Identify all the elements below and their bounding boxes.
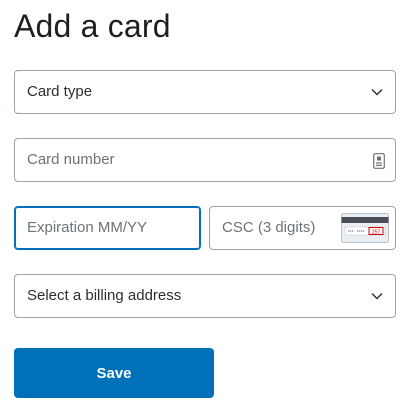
csc-icon-digits: 257 xyxy=(372,229,381,235)
save-button[interactable]: Save xyxy=(14,348,214,398)
card-type-value: Card type xyxy=(27,83,93,100)
expiration-field[interactable]: Expiration MM/YY xyxy=(14,206,201,250)
card-number-placeholder: Card number xyxy=(27,151,115,168)
billing-address-value: Select a billing address xyxy=(27,287,182,304)
card-type-select[interactable]: Card type xyxy=(14,70,396,114)
chevron-down-icon xyxy=(371,293,383,300)
chevron-down-icon xyxy=(371,89,383,96)
csc-field[interactable]: CSC (3 digits) 257 xyxy=(209,206,396,250)
expiration-placeholder: Expiration MM/YY xyxy=(27,219,148,236)
card-number-icon xyxy=(373,153,385,169)
page-title: Add a card xyxy=(14,8,171,44)
csc-placeholder: CSC (3 digits) xyxy=(222,219,316,236)
card-back-csc-icon: 257 xyxy=(341,213,389,243)
card-number-field[interactable]: Card number xyxy=(14,138,396,182)
billing-address-select[interactable]: Select a billing address xyxy=(14,274,396,318)
